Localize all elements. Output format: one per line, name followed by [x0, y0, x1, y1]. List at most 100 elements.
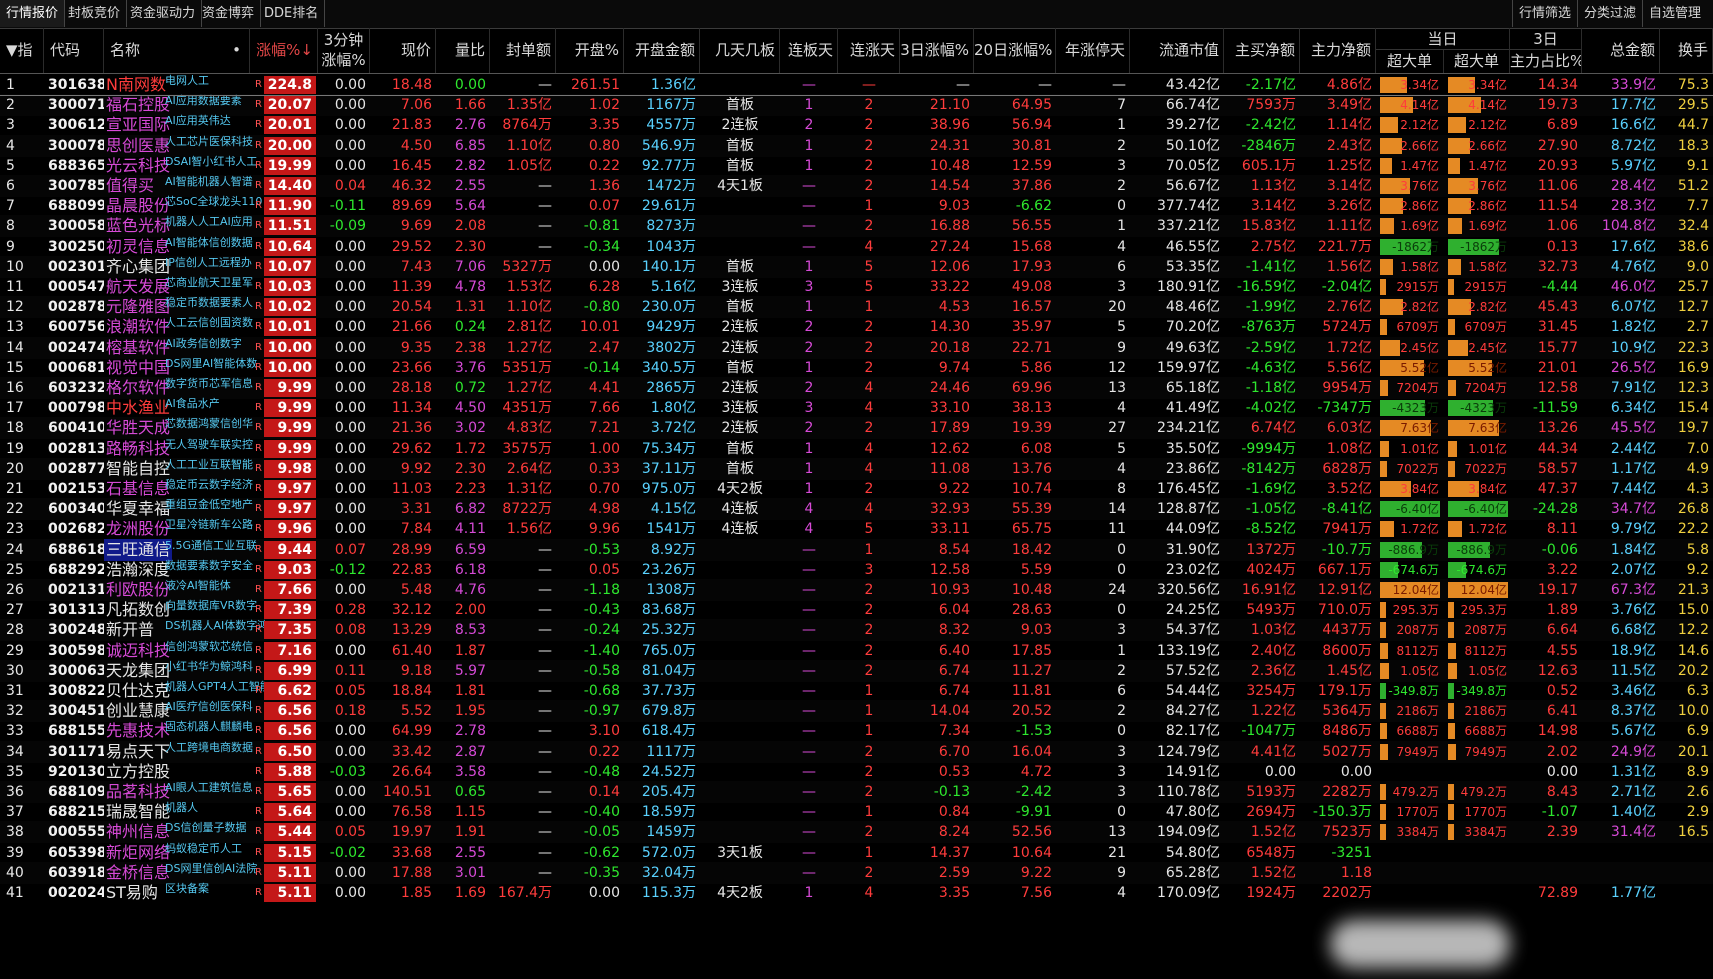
header-total-amount[interactable]: 总金额 — [1582, 28, 1660, 73]
header-code[interactable]: 代码 — [44, 28, 104, 73]
header-consecutive-up[interactable]: 连涨天 — [838, 28, 900, 73]
table-row[interactable]: 25 688292 浩瀚深度 数据要素数字安全 R 9.03 -0.12 22.83 6.18 —… — [0, 559, 1713, 581]
change-pct-badge: 7.35 — [264, 621, 316, 640]
open-amount: 4557万 — [646, 117, 696, 134]
table-row[interactable]: 4 300078 思创医惠 人工芯片医保科技 R 20.00 0.00 4.50 6.85 1.1… — [0, 134, 1713, 157]
header-year-limit-days[interactable]: 年涨停天 — [1056, 28, 1130, 73]
header-open-pct[interactable]: 开盘% — [556, 28, 624, 73]
total-amount — [1582, 862, 1660, 884]
table-row[interactable]: 17 000798 中水渔业 AI食品水产 R 9.99 0.00 11.34 4.50 4351… — [0, 397, 1713, 419]
table-row[interactable]: 34 301171 易点天下 人工跨境电商数据 R 6.50 0.00 33.42 2.87 — 0… — [0, 740, 1713, 763]
header-volume-ratio[interactable]: 量比 — [436, 28, 490, 73]
table-row[interactable]: 39 605398 新炬网络 蚂蚁稳定币人工 R 5.15 -0.02 33.68 2.55 — -… — [0, 842, 1713, 864]
open-pct: -0.97 — [583, 703, 620, 720]
header-consecutive-limit[interactable]: 连板天 — [780, 28, 838, 73]
table-row[interactable]: 41 002024 ST易购 区块备案 R 5.11 0.00 1.85 1.69 167.4万 0… — [0, 882, 1713, 904]
table-row[interactable]: 38 000555 神州信息 DS信创量子数据 R 5.44 0.05 19.97 1.91 — -… — [0, 821, 1713, 844]
float-market-cap: 23.86亿 — [1165, 460, 1220, 477]
main-net: 1.56亿 — [1326, 258, 1372, 275]
change-pct-badge: 5.65 — [264, 783, 316, 801]
table-row[interactable]: 6 300785 值得买 AI智能机器人智谱 R 14.40 0.04 46.32 2.55 — 1… — [0, 175, 1713, 197]
header-index[interactable]: ▼指 — [0, 28, 44, 73]
table-row[interactable]: 36 688109 品茗科技 AI眼人工建筑信息 R 5.65 0.00 140.51 0.65… — [0, 781, 1713, 803]
table-row[interactable]: 2 300071 福石控股 AI应用数据要素 R 20.07 0.00 7.06 1.66 1.3… — [0, 94, 1713, 117]
table-row[interactable]: 19 002813 路畅科技 无人驾驶车联实控 R 9.99 0.00 29.62 1.72 35… — [0, 438, 1713, 460]
table-row[interactable]: 37 688215 瑞晟智能 机器人 R 5.64 0.00 76.58 1.15 — -0.40 1… — [0, 801, 1713, 823]
header-turnover[interactable]: 换手 — [1660, 28, 1713, 73]
header-main-ratio[interactable]: 主力占比% — [1510, 50, 1582, 73]
header-price[interactable]: 现价 — [370, 28, 436, 73]
table-row[interactable]: 32 300451 创业慧康 AI医疗信创医保科 R 6.56 0.18 5.52 1.95 — -… — [0, 700, 1713, 723]
table-row[interactable]: 26 002131 利欧股份 液冷AI智能体 R 7.66 0.00 5.48 4.76 — -1.… — [0, 579, 1713, 601]
table-row[interactable]: 30 300063 天龙集团 小红书华为鲸鸿科 R 6.99 0.11 9.18 5.97 — -0… — [0, 659, 1713, 682]
row-index: 33 — [6, 723, 24, 740]
stock-code: 300071 — [48, 97, 104, 114]
header-float-cap[interactable]: 流通市值 — [1130, 28, 1224, 73]
change-pct-badge: 14.40 — [264, 177, 316, 195]
table-row[interactable]: 22 600340 华夏幸福 重组豆金低空地产 R 9.97 0.00 3.31 6.82 872… — [0, 498, 1713, 521]
table-row[interactable]: 3 300612 宣亚国际 AI应用英伟达 R 20.01 0.00 21.83 2.76 876… — [0, 114, 1713, 136]
table-row[interactable]: 10 002301 齐心集团 IP信创人工远程办 R 10.07 0.00 7.43 7.06 5… — [0, 255, 1713, 278]
sort-down-arrow-icon: ↓ — [300, 41, 313, 59]
stock-code: 600756 — [48, 319, 104, 336]
table-row[interactable]: 11 000547 航天发展 芯商业航天卫星军 R 10.03 0.00 11.39 4.78 1… — [0, 276, 1713, 298]
header-board-days[interactable]: 几天几板 — [700, 28, 780, 73]
table-row[interactable]: 40 603918 金桥信息 DS网里信创AI法院 R 5.11 0.00 17.88 3.01… — [0, 861, 1713, 884]
total-amount: 5.67亿 — [1610, 723, 1656, 740]
table-row[interactable]: 18 600410 华胜天成 芯数据鸿蒙信创华 R 9.99 0.00 21.36 3.02 4.… — [0, 417, 1713, 440]
table-row[interactable]: 35 920130 立方控股 R 5.88 -0.03 26.64 3.58— -0.48 24.… — [0, 761, 1713, 783]
table-row[interactable]: 9 300250 初灵信息 AI智能体信创数据 R 10.64 0.00 29.52 2.30 —… — [0, 236, 1713, 258]
table-row[interactable]: 7 688099 晶晨股份 芯SoC全球龙头110 R 11.90 -0.11 89.69 5.… — [0, 195, 1713, 217]
tab-watchlist-manage[interactable]: 自选管理 — [1642, 0, 1707, 27]
change-20day: 49.08 — [1011, 279, 1052, 295]
header-change-pct[interactable]: 涨幅%↓ — [250, 28, 318, 73]
table-row[interactable]: 23 002682 龙洲股份 卫星冷链新车公路 R 9.96 0.00 7.84 4.11 1.5… — [0, 518, 1713, 540]
main-ratio: 13.26 — [1537, 420, 1578, 437]
header-seal-amount[interactable]: 封单额 — [490, 28, 556, 73]
table-row[interactable]: 13 600756 浪潮软件 人工云信创国资数 R 10.01 0.00 21.66 0.24 2… — [0, 316, 1713, 338]
change-20day: 20.52 — [1011, 703, 1052, 720]
consecutive-up: 2 — [864, 178, 874, 194]
table-row[interactable]: 16 603232 格尔软件 数字货币芯军信息 R 9.99 0.00 28.18 0.72 1.… — [0, 377, 1713, 399]
table-row[interactable]: 21 002153 石基信息 稳定币云数字经济 R 9.97 0.00 11.03 2.23 1.… — [0, 478, 1713, 500]
tab-dde-rank[interactable]: DDE排名 — [258, 0, 326, 27]
year-limit-days: 27 — [1108, 420, 1126, 437]
tab-quotes[interactable]: 行情报价 — [0, 0, 66, 27]
change-20day: 10.64 — [1011, 844, 1052, 861]
table-row[interactable]: 33 688155 先惠技术 固态机器人麒麟电 R 6.56 0.00 64.99 2.78 — 3… — [0, 720, 1713, 742]
table-row[interactable]: 24 688618 三旺通信 5.5G通信工业互联 R 9.44 0.07 28.99 6.59… — [0, 538, 1713, 561]
table-row[interactable]: 29 300598 诚迈科技 信创鸿蒙软芯统信 R 7.16 0.00 61.40 1.87 — -… — [0, 640, 1713, 662]
header-open-amount[interactable]: 开盘金额 — [624, 28, 700, 73]
table-row[interactable]: 31 300822 贝仕达克 机器人GPT4人工智能 R 6.62 0.05 18.84 1.8… — [0, 680, 1713, 702]
table-row[interactable]: 15 000681 视觉中国 DS网里AI智能体数 R 10.00 0.00 23.66 3.7… — [0, 357, 1713, 379]
header-3day-change[interactable]: 3日涨幅% — [900, 28, 974, 73]
header-main-buy-net[interactable]: 主买净额 — [1224, 28, 1300, 73]
open-amount: 24.52万 — [641, 763, 696, 780]
header-3day-super-large[interactable]: 超大单 — [1444, 50, 1510, 73]
main-net: 8486万 — [1322, 723, 1372, 740]
tab-fund-driver[interactable]: 资金驱动力 — [124, 0, 203, 27]
tab-fund-game[interactable]: 资金博弈 — [196, 0, 262, 27]
header-20day-change[interactable]: 20日涨幅% — [974, 28, 1056, 73]
table-row[interactable]: 27 301313 凡拓数创 向量数据库VR数字 R 7.39 0.28 32.12 2.00 —… — [0, 599, 1713, 621]
header-main-net[interactable]: 主力净额 — [1300, 28, 1376, 73]
header-name[interactable]: 名称 • — [104, 28, 250, 73]
tab-limit-auction[interactable]: 封板竞价 — [62, 0, 128, 27]
margin-flag-icon: R — [255, 99, 262, 111]
header-change-3min[interactable]: 3分钟 涨幅% — [318, 28, 370, 73]
stock-table: 1 301638 N南网数 电网人工 R 224.8 0.00 18.48 0.00—261.5… — [0, 74, 1713, 979]
tab-category-filter[interactable]: 分类过滤 — [1577, 0, 1642, 27]
table-row[interactable]: 28 300248 新开普 DS机器人AI体数字鸿 R 7.35 0.08 13.29 8.53… — [0, 619, 1713, 642]
header-today-super-large[interactable]: 超大单 — [1376, 50, 1444, 73]
tab-quote-filter[interactable]: 行情筛选 — [1512, 0, 1577, 27]
float-market-cap: 39.27亿 — [1165, 117, 1220, 134]
table-row[interactable]: 5 688365 光云科技 DSAI智小红书人工 R 19.99 0.00 16.45 2.82… — [0, 155, 1713, 177]
table-row[interactable]: 12 002878 元隆雅图 稳定币数据要素人 R 10.02 0.00 20.54 1.31 1… — [0, 296, 1713, 319]
table-row[interactable]: 20 002877 智能自控 人工工业互联智能 R 9.98 0.00 9.92 2.30 2.6… — [0, 457, 1713, 480]
table-row[interactable]: 8 300058 蓝色光标 机器人人工AI应用 R 11.51 -0.09 9.69 2.08 —… — [0, 215, 1713, 238]
consecutive-up: 1 — [864, 844, 874, 861]
stock-code: 603232 — [48, 380, 104, 396]
table-row[interactable]: 14 002474 榕基软件 AI政务信创数字 R 10.00 0.00 9.35 2.38 1.… — [0, 336, 1713, 359]
table-row[interactable]: 1 301638 N南网数 电网人工 R 224.8 0.00 18.48 0.00 — 261.5… — [0, 74, 1713, 96]
main-net: 0.00 — [1340, 763, 1372, 780]
